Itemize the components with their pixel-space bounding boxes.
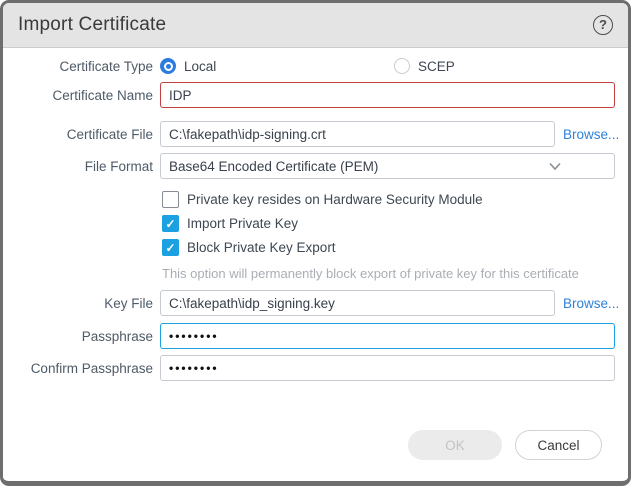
- confirm-passphrase-row: Confirm Passphrase: [16, 355, 615, 381]
- file-format-selected-value: Base64 Encoded Certificate (PEM): [169, 159, 548, 174]
- file-format-label: File Format: [16, 159, 160, 174]
- radio-option-scep[interactable]: SCEP: [394, 58, 455, 74]
- block-private-key-export-label: Block Private Key Export: [187, 240, 336, 255]
- confirm-passphrase-label: Confirm Passphrase: [16, 361, 160, 376]
- certificate-file-row: Certificate File Browse...: [16, 121, 615, 147]
- certificate-name-label: Certificate Name: [16, 88, 160, 103]
- certificate-file-input[interactable]: [160, 121, 555, 147]
- chevron-down-icon: [548, 159, 562, 173]
- checkbox-row-hsm[interactable]: ✓ Private key resides on Hardware Securi…: [162, 191, 615, 208]
- block-private-key-export-checkbox[interactable]: ✓: [162, 239, 179, 256]
- import-private-key-checkbox[interactable]: ✓: [162, 215, 179, 232]
- import-private-key-label: Import Private Key: [187, 216, 298, 231]
- ok-button[interactable]: OK: [408, 430, 502, 460]
- checkbox-row-import-private-key[interactable]: ✓ Import Private Key: [162, 215, 615, 232]
- certificate-file-browse-link[interactable]: Browse...: [563, 127, 615, 142]
- radio-option-local[interactable]: Local: [160, 58, 394, 74]
- certificate-type-row: Certificate Type Local SCEP: [16, 58, 615, 74]
- key-file-browse-link[interactable]: Browse...: [563, 296, 615, 311]
- checkbox-row-block-export[interactable]: ✓ Block Private Key Export: [162, 239, 615, 256]
- import-certificate-dialog: Import Certificate ? Certificate Type Lo…: [0, 0, 631, 486]
- radio-local-control[interactable]: [160, 58, 176, 74]
- check-icon: ✓: [165, 242, 175, 254]
- block-export-hint-text: This option will permanently block expor…: [162, 266, 615, 281]
- hsm-checkbox[interactable]: ✓: [162, 191, 179, 208]
- file-format-select[interactable]: Base64 Encoded Certificate (PEM): [160, 153, 615, 179]
- key-file-row: Key File Browse...: [16, 290, 615, 316]
- hsm-checkbox-label: Private key resides on Hardware Security…: [187, 192, 483, 207]
- radio-scep-label: SCEP: [418, 59, 455, 74]
- dialog-title: Import Certificate: [18, 14, 166, 36]
- passphrase-row: Passphrase: [16, 323, 615, 349]
- certificate-type-field: Local SCEP: [160, 58, 615, 74]
- help-icon[interactable]: ?: [593, 15, 613, 35]
- certificate-type-label: Certificate Type: [16, 59, 160, 74]
- certificate-file-label: Certificate File: [16, 127, 160, 142]
- key-file-label: Key File: [16, 296, 160, 311]
- passphrase-input[interactable]: [160, 323, 615, 349]
- dialog-header: Import Certificate ?: [3, 3, 628, 48]
- certificate-name-row: Certificate Name: [16, 82, 615, 108]
- passphrase-label: Passphrase: [16, 329, 160, 344]
- dialog-footer: OK Cancel: [3, 430, 628, 481]
- file-format-row: File Format Base64 Encoded Certificate (…: [16, 153, 615, 179]
- certificate-name-input[interactable]: [160, 82, 615, 108]
- radio-scep-control[interactable]: [394, 58, 410, 74]
- radio-local-label: Local: [184, 59, 216, 74]
- cancel-button[interactable]: Cancel: [515, 430, 602, 460]
- confirm-passphrase-input[interactable]: [160, 355, 615, 381]
- dialog-body: Certificate Type Local SCEP Certificate …: [3, 48, 628, 430]
- check-icon: ✓: [165, 218, 175, 230]
- key-file-input[interactable]: [160, 290, 555, 316]
